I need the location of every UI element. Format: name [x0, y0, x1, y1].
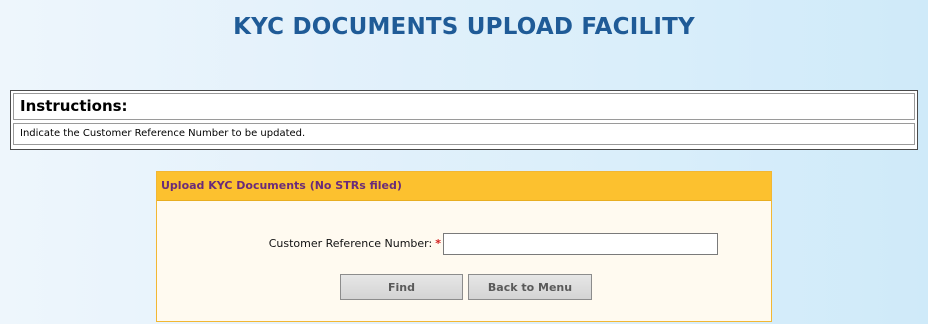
back-to-menu-button[interactable]: Back to Menu	[468, 274, 592, 300]
page-title: KYC DOCUMENTS UPLOAD FACILITY	[233, 14, 695, 40]
upload-kyc-panel: Upload KYC Documents (No STRs filed) Cus…	[156, 171, 772, 322]
customer-reference-row: Customer Reference Number: *	[157, 233, 771, 255]
customer-reference-input[interactable]	[443, 233, 718, 255]
instructions-panel: Instructions: Indicate the Customer Refe…	[10, 90, 918, 150]
instructions-heading: Instructions:	[13, 93, 915, 120]
required-marker: *	[435, 237, 441, 250]
find-button[interactable]: Find	[340, 274, 463, 300]
upload-panel-title: Upload KYC Documents (No STRs filed)	[157, 172, 771, 201]
customer-reference-label: Customer Reference Number: *	[269, 233, 441, 255]
instructions-text: Indicate the Customer Reference Number t…	[13, 123, 915, 145]
customer-reference-label-text: Customer Reference Number:	[268, 237, 433, 250]
